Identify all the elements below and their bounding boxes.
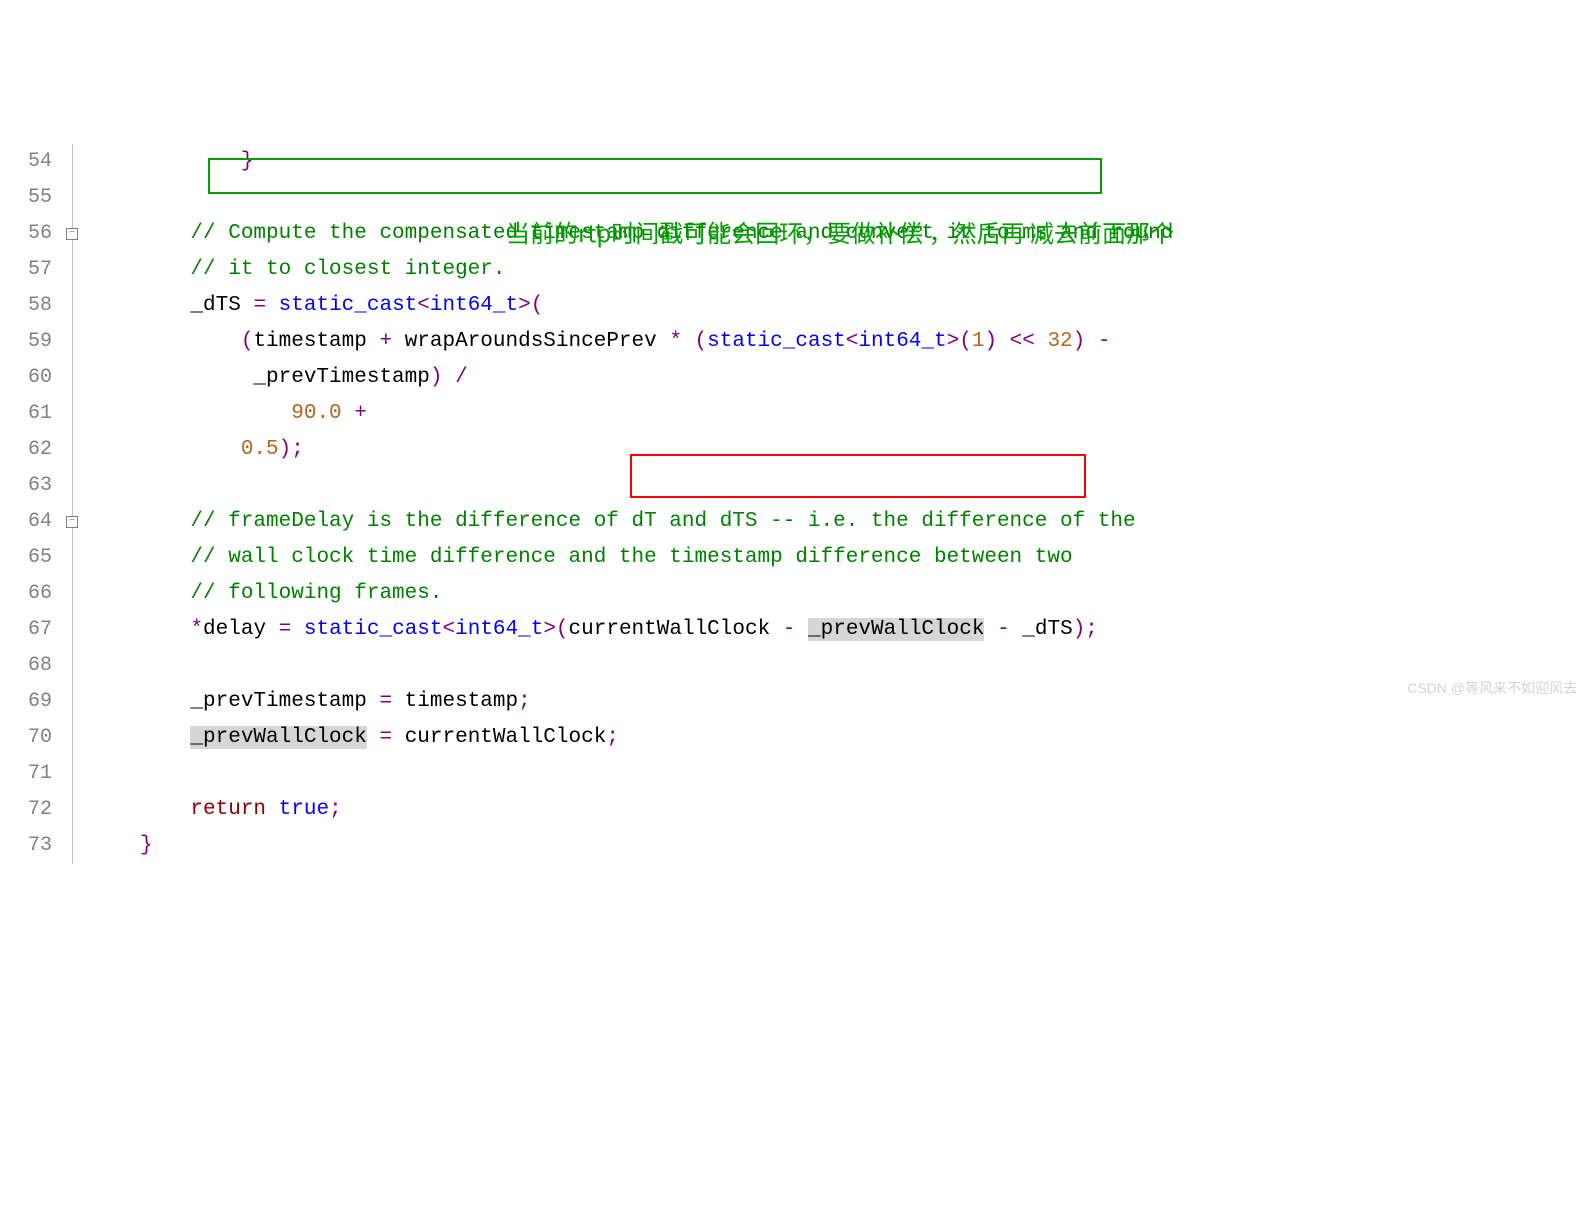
- code-line[interactable]: 61 90.0 +: [0, 396, 1587, 432]
- code-line[interactable]: 67 *delay = static_cast<int64_t>(current…: [0, 612, 1587, 648]
- line-number: 60: [0, 360, 60, 396]
- code-line[interactable]: 64− // frameDelay is the difference of d…: [0, 504, 1587, 540]
- code-line[interactable]: 68: [0, 648, 1587, 684]
- fold-gutter: −: [60, 504, 140, 540]
- fold-gutter: [60, 396, 140, 432]
- fold-gutter: [60, 684, 140, 720]
- code-content[interactable]: _dTS = static_cast<int64_t>(: [140, 288, 1587, 324]
- fold-gutter: [60, 432, 140, 468]
- fold-toggle-icon[interactable]: −: [66, 228, 78, 240]
- code-content[interactable]: // frameDelay is the difference of dT an…: [140, 504, 1587, 540]
- fold-toggle-icon[interactable]: −: [66, 516, 78, 528]
- line-number: 56: [0, 216, 60, 252]
- code-line[interactable]: 71: [0, 756, 1587, 792]
- fold-gutter: [60, 360, 140, 396]
- fold-gutter: [60, 792, 140, 828]
- fold-gutter: [60, 180, 140, 216]
- code-content[interactable]: // following frames.: [140, 576, 1587, 612]
- code-line[interactable]: 72 return true;: [0, 792, 1587, 828]
- fold-gutter: [60, 576, 140, 612]
- fold-gutter: [60, 540, 140, 576]
- code-line[interactable]: 58 _dTS = static_cast<int64_t>(: [0, 288, 1587, 324]
- code-line[interactable]: 69 _prevTimestamp = timestamp;: [0, 684, 1587, 720]
- fold-gutter: [60, 648, 140, 684]
- code-line[interactable]: 59 (timestamp + wrapAroundsSincePrev * (…: [0, 324, 1587, 360]
- line-number: 69: [0, 684, 60, 720]
- code-content[interactable]: }: [140, 144, 1587, 180]
- code-line[interactable]: 70 _prevWallClock = currentWallClock;: [0, 720, 1587, 756]
- line-number: 57: [0, 252, 60, 288]
- line-number: 54: [0, 144, 60, 180]
- line-number: 66: [0, 576, 60, 612]
- code-content[interactable]: (timestamp + wrapAroundsSincePrev * (sta…: [140, 324, 1587, 360]
- line-number: 70: [0, 720, 60, 756]
- code-content[interactable]: // Compute the compensated timestamp dif…: [140, 216, 1587, 252]
- fold-gutter: [60, 252, 140, 288]
- code-line[interactable]: 57 // it to closest integer.: [0, 252, 1587, 288]
- line-number: 72: [0, 792, 60, 828]
- code-line[interactable]: 66 // following frames.: [0, 576, 1587, 612]
- fold-gutter: [60, 756, 140, 792]
- code-content[interactable]: // wall clock time difference and the ti…: [140, 540, 1587, 576]
- fold-gutter: [60, 288, 140, 324]
- code-content[interactable]: _prevWallClock = currentWallClock;: [140, 720, 1587, 756]
- code-content[interactable]: }: [140, 828, 1587, 864]
- line-number: 73: [0, 828, 60, 864]
- fold-gutter: [60, 468, 140, 504]
- code-content[interactable]: 0.5);: [140, 432, 1587, 468]
- code-content[interactable]: *delay = static_cast<int64_t>(currentWal…: [140, 612, 1587, 648]
- line-number: 62: [0, 432, 60, 468]
- code-content[interactable]: _prevTimestamp) /: [140, 360, 1587, 396]
- code-content[interactable]: 90.0 +: [140, 396, 1587, 432]
- line-number: 59: [0, 324, 60, 360]
- fold-gutter: [60, 324, 140, 360]
- line-number: 58: [0, 288, 60, 324]
- fold-gutter: [60, 720, 140, 756]
- code-content[interactable]: // it to closest integer.: [140, 252, 1587, 288]
- line-number: 63: [0, 468, 60, 504]
- code-line[interactable]: 65 // wall clock time difference and the…: [0, 540, 1587, 576]
- code-line[interactable]: 62 0.5);: [0, 432, 1587, 468]
- code-content[interactable]: _prevTimestamp = timestamp;: [140, 684, 1587, 720]
- line-number: 67: [0, 612, 60, 648]
- code-line[interactable]: 73}: [0, 828, 1587, 864]
- line-number: 55: [0, 180, 60, 216]
- fold-gutter: −: [60, 216, 140, 252]
- code-editor-view: 54 }5556− // Compute the compensated tim…: [0, 144, 1587, 864]
- line-number: 61: [0, 396, 60, 432]
- code-line[interactable]: 55: [0, 180, 1587, 216]
- fold-gutter: [60, 828, 140, 864]
- code-content[interactable]: return true;: [140, 792, 1587, 828]
- code-line[interactable]: 63: [0, 468, 1587, 504]
- line-number: 71: [0, 756, 60, 792]
- line-number: 65: [0, 540, 60, 576]
- code-line[interactable]: 60 _prevTimestamp) /: [0, 360, 1587, 396]
- code-line[interactable]: 56− // Compute the compensated timestamp…: [0, 216, 1587, 252]
- code-line[interactable]: 54 }: [0, 144, 1587, 180]
- line-number: 68: [0, 648, 60, 684]
- fold-gutter: [60, 612, 140, 648]
- fold-gutter: [60, 144, 140, 180]
- line-number: 64: [0, 504, 60, 540]
